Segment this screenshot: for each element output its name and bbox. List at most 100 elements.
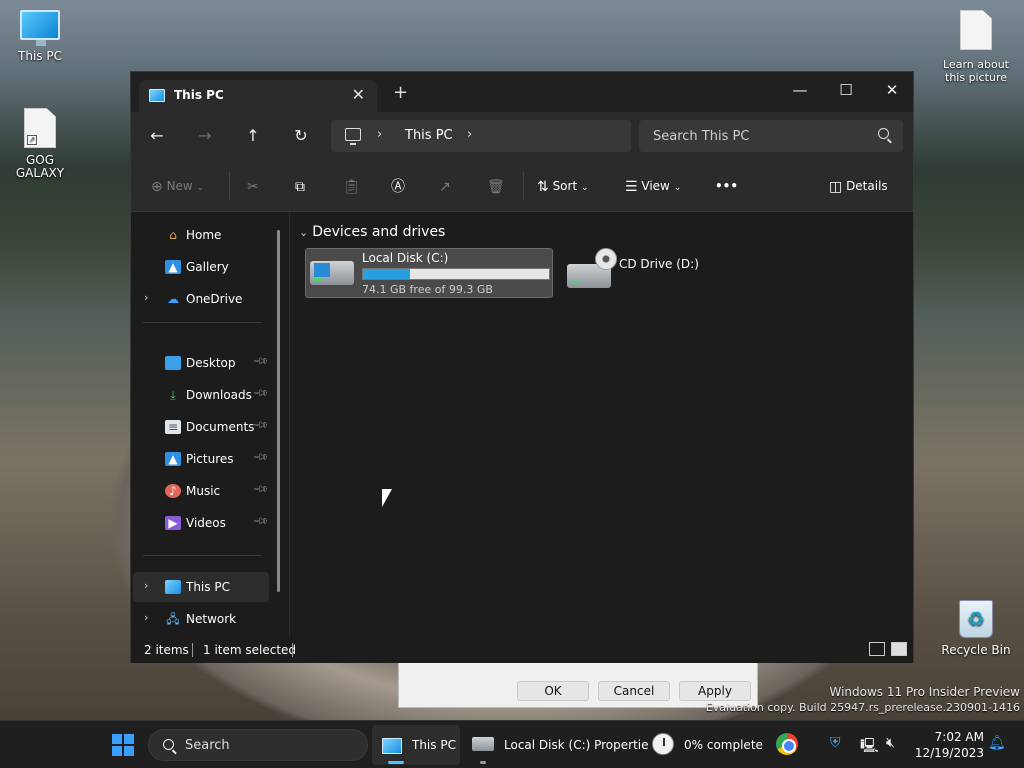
details-view-icon[interactable] <box>869 642 885 656</box>
nav-item-home[interactable]: ⌂ Home <box>133 220 269 250</box>
refresh-button[interactable]: ↻ <box>287 124 315 148</box>
pin-icon[interactable]: 📌︎ <box>252 353 269 370</box>
taskbar-app-this-pc[interactable]: This PC <box>372 725 460 765</box>
cut-button[interactable]: ✂ <box>247 174 259 198</box>
nav-item-label: Music <box>186 484 221 498</box>
taskbar-app-label: Local Disk (C:) Propertie <box>504 738 649 752</box>
drive-name: CD Drive (D:) <box>619 257 699 271</box>
new-tab-button[interactable]: + <box>393 82 408 103</box>
content-area[interactable]: ⌄ Devices and drives Local Disk (C:) 74.1… <box>291 212 913 637</box>
notification-bell-icon[interactable]: 🔔︎ <box>988 735 1006 751</box>
tab-this-pc[interactable]: This PC ✕ <box>139 80 377 112</box>
pin-icon[interactable]: 📌︎ <box>252 417 269 434</box>
group-header-devices[interactable]: ⌄ Devices and drives <box>299 224 445 240</box>
pin-icon[interactable]: 📌︎ <box>252 481 269 498</box>
chevron-right-icon[interactable]: › <box>144 579 148 592</box>
nav-item-desktop[interactable]: Desktop 📌︎ <box>133 348 269 378</box>
cd-drive-icon <box>567 248 617 288</box>
desktop-icon-label: Recycle Bin <box>941 643 1011 657</box>
start-button[interactable] <box>112 734 134 756</box>
address-bar[interactable]: › This PC › <box>331 120 631 152</box>
close-window-button[interactable]: ✕ <box>869 76 915 104</box>
close-tab-icon[interactable]: ✕ <box>352 85 365 104</box>
nav-item-pictures[interactable]: ▲ Pictures 📌︎ <box>133 444 269 474</box>
new-button[interactable]: ⊕ New ⌄ <box>151 174 204 198</box>
taskbar-app-local-disk-properties[interactable]: Local Disk (C:) Propertie <box>464 725 649 765</box>
share-button[interactable]: ↗ <box>439 174 451 198</box>
nav-pane-scrollbar[interactable] <box>277 230 280 592</box>
desktop-icon-gog-galaxy[interactable]: ↗ GOG GALAXY <box>0 108 80 180</box>
desktop-icon-this-pc[interactable]: This PC <box>0 10 80 63</box>
maximize-button[interactable]: ☐ <box>823 76 869 104</box>
security-shield-icon[interactable]: ⛨ <box>830 735 841 751</box>
nav-item-videos[interactable]: ▶ Videos 📌︎ <box>133 508 269 538</box>
running-indicator <box>480 761 486 764</box>
apply-button[interactable]: Apply <box>679 681 751 701</box>
nav-item-downloads[interactable]: ⤓ Downloads 📌︎ <box>133 380 269 410</box>
sort-button[interactable]: ⇅ Sort ⌄ <box>537 174 589 198</box>
nav-item-label: This PC <box>186 580 230 594</box>
nav-item-network[interactable]: › 🖧︎ Network <box>133 604 269 634</box>
windows-logo-icon <box>112 734 122 744</box>
divider <box>143 322 261 323</box>
command-bar: ⊕ New ⌄ ✂ ⧉ 📋︎ Ⓐ ↗ 🗑︎ ⇅ Sort ⌄ ☰ View ⌄ … <box>131 160 913 212</box>
desktop-icon-recycle-bin[interactable]: ♻ Recycle Bin <box>936 600 1016 657</box>
nav-item-label: Documents <box>186 420 255 434</box>
drive-cd-d[interactable]: CD Drive (D:) <box>563 248 713 298</box>
nav-item-this-pc[interactable]: › This PC <box>133 572 269 602</box>
file-icon: ↗ <box>24 108 56 148</box>
nav-item-label: Desktop <box>186 356 236 370</box>
nav-item-onedrive[interactable]: › ☁ OneDrive <box>133 284 269 314</box>
rename-button[interactable]: Ⓐ <box>391 174 405 198</box>
breadcrumb-this-pc[interactable]: This PC <box>405 128 453 143</box>
up-button[interactable]: ↑ <box>239 124 267 148</box>
back-button[interactable]: ← <box>143 124 171 148</box>
network-icon[interactable]: 🖳︎ <box>860 735 879 759</box>
desktop-icon-learn-about-picture[interactable]: Learn about this picture <box>936 10 1016 84</box>
volume-muted-icon[interactable]: 🔇︎ <box>886 735 895 751</box>
chevron-right-icon[interactable]: › <box>467 127 472 142</box>
tiles-view-icon[interactable] <box>891 642 907 656</box>
copy-button[interactable]: ⧉ <box>295 174 305 198</box>
pin-icon[interactable]: 📌︎ <box>252 449 269 466</box>
chevron-down-icon: ⌄ <box>673 183 682 193</box>
this-pc-icon <box>165 580 181 594</box>
sort-label: Sort <box>552 179 578 193</box>
pane-separator[interactable] <box>289 212 290 637</box>
search-input[interactable] <box>653 126 863 146</box>
chrome-icon[interactable] <box>776 733 798 755</box>
monitor-icon <box>345 128 361 145</box>
pin-icon[interactable]: 📌︎ <box>252 513 269 530</box>
cancel-button[interactable]: Cancel <box>598 681 670 701</box>
pin-icon[interactable]: 📌︎ <box>252 385 269 402</box>
separator <box>292 643 293 657</box>
delete-button[interactable]: 🗑︎ <box>487 174 505 198</box>
search-box[interactable] <box>639 120 903 152</box>
nav-item-label: Gallery <box>186 260 229 274</box>
watermark-line-2: Evaluation copy. Build 25947.rs_prerelea… <box>705 701 1020 714</box>
windows-logo-icon <box>124 746 134 756</box>
title-bar[interactable]: This PC ✕ + — ☐ ✕ <box>131 72 913 112</box>
taskbar-search[interactable]: Search <box>148 729 368 761</box>
chevron-right-icon[interactable]: › <box>377 127 382 142</box>
paste-button[interactable]: 📋︎ <box>343 174 361 198</box>
pictures-icon: ▲ <box>165 452 181 466</box>
gallery-icon: ▲ <box>165 260 181 274</box>
status-item-count: 2 items <box>144 643 189 657</box>
system-clock[interactable]: 7:02 AM 12/19/2023 <box>912 729 984 761</box>
nav-item-gallery[interactable]: ▲ Gallery <box>133 252 269 282</box>
forward-button[interactable]: → <box>191 124 219 148</box>
details-button[interactable]: ◫ Details <box>829 174 888 198</box>
taskbar-app-copy-progress[interactable]: 0% complete <box>644 725 764 765</box>
nav-item-documents[interactable]: ≡ Documents 📌︎ <box>133 412 269 442</box>
desktop-icon-label: Learn about this picture <box>943 58 1009 84</box>
chevron-right-icon[interactable]: › <box>144 291 148 304</box>
view-button[interactable]: ☰ View ⌄ <box>625 174 681 198</box>
more-options-button[interactable]: ••• <box>715 174 738 198</box>
ok-button[interactable]: OK <box>517 681 589 701</box>
copy-icon: ⧉ <box>295 178 305 195</box>
minimize-button[interactable]: — <box>777 76 823 104</box>
nav-item-music[interactable]: ♪ Music 📌︎ <box>133 476 269 506</box>
drive-local-disk-c[interactable]: Local Disk (C:) 74.1 GB free of 99.3 GB <box>305 248 553 298</box>
chevron-right-icon[interactable]: › <box>144 611 148 624</box>
